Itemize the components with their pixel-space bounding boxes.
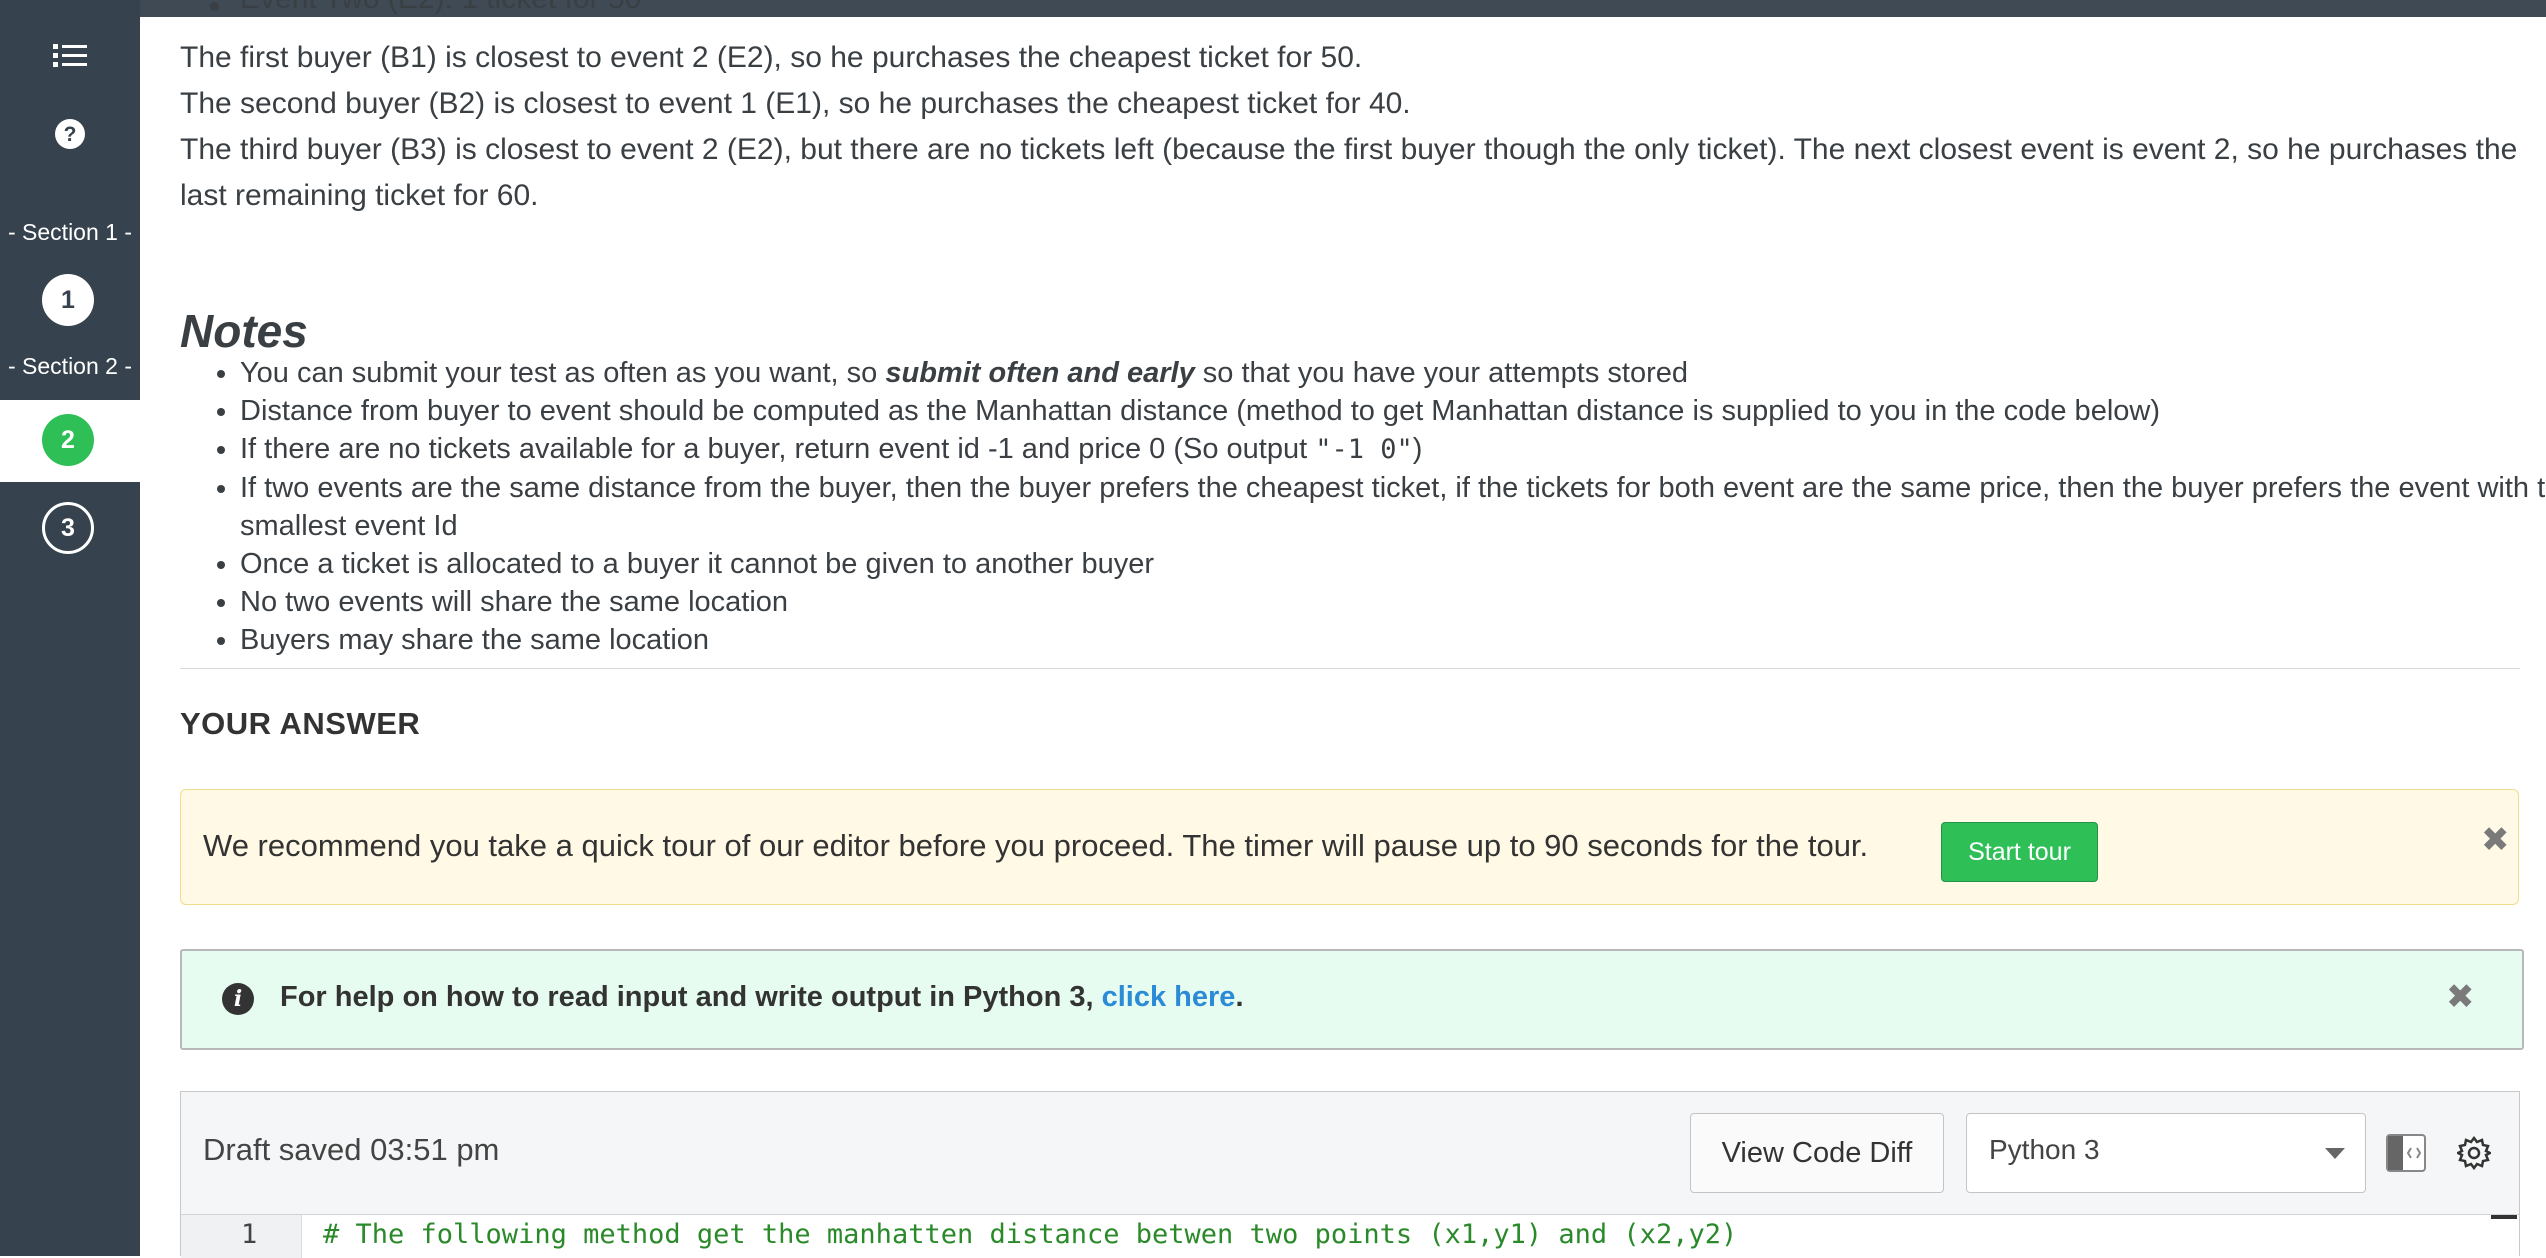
tour-message: We recommend you take a quick tour of ou… <box>203 828 1869 863</box>
code-line[interactable]: # The following method get the manhatten… <box>323 1219 1737 1250</box>
note-item: Buyers may share the same location <box>240 621 2546 659</box>
answer-heading: YOUR ANSWER <box>180 706 421 741</box>
question-3-button[interactable]: 3 <box>42 502 94 554</box>
info-icon: i <box>222 983 254 1015</box>
emphasis-text: submit often and early <box>885 357 1195 389</box>
view-code-diff-button[interactable]: View Code Diff <box>1690 1113 1944 1193</box>
problem-paragraph: The first buyer (B1) is closest to event… <box>180 41 1363 74</box>
section-2-label: - Section 2 - <box>8 353 132 379</box>
line-gutter: 1 <box>181 1215 302 1258</box>
inline-code: "-1 0" <box>1315 434 1413 465</box>
close-icon[interactable]: ✖ <box>2481 820 2510 860</box>
list-icon[interactable] <box>50 36 90 76</box>
note-item: You can submit your test as often as you… <box>240 354 2546 392</box>
code-editor: Draft saved 03:51 pm View Code Diff Pyth… <box>180 1091 2520 1258</box>
draft-status: Draft saved 03:51 pm <box>203 1132 500 1167</box>
section-1-label: - Section 1 - <box>8 219 132 245</box>
question-2-button[interactable]: 2 <box>42 414 94 466</box>
help-icon[interactable]: ? <box>50 114 90 154</box>
scrollbar[interactable] <box>2491 1215 2517 1219</box>
help-message: For help on how to read input and write … <box>280 981 1244 1013</box>
sidebar: ? - Section 1 - 1 - Section 2 - 2 3 <box>0 0 140 1256</box>
code-area[interactable]: 1 # The following method get the manhatt… <box>181 1214 2519 1258</box>
svg-text:?: ? <box>64 123 77 146</box>
note-item: Distance from buyer to event should be c… <box>240 392 2546 430</box>
tour-banner: We recommend you take a quick tour of ou… <box>180 789 2519 905</box>
notes-heading: Notes <box>180 305 308 357</box>
language-value: Python 3 <box>1989 1134 2100 1165</box>
gear-icon[interactable] <box>2457 1136 2491 1170</box>
start-tour-button[interactable]: Start tour <box>1941 822 2098 882</box>
help-link[interactable]: click here <box>1102 981 1236 1013</box>
notes-list: You can submit your test as often as you… <box>180 354 2546 659</box>
note-item: No two events will share the same locati… <box>240 583 2546 621</box>
note-item: If two events are the same distance from… <box>240 469 2546 545</box>
note-item: Once a ticket is allocated to a buyer it… <box>240 545 2546 583</box>
close-icon[interactable]: ✖ <box>2446 977 2475 1017</box>
event-two-line: Event Two (E2): 1 ticket for 50 <box>240 0 641 16</box>
active-question-highlight: 2 <box>0 400 140 482</box>
note-item: If there are no tickets available for a … <box>240 430 2546 469</box>
question-1-button[interactable]: 1 <box>42 274 94 326</box>
divider <box>180 668 2520 669</box>
problem-paragraph: The third buyer (B3) is closest to event… <box>180 133 2518 212</box>
problem-paragraph: The second buyer (B2) is closest to even… <box>180 87 1411 120</box>
line-number: 1 <box>241 1219 258 1250</box>
split-view-icon[interactable] <box>2386 1134 2426 1172</box>
language-select[interactable]: Python 3 <box>1966 1113 2366 1193</box>
bullet <box>210 2 219 11</box>
chevron-down-icon <box>2325 1148 2345 1159</box>
help-banner: i For help on how to read input and writ… <box>180 949 2524 1050</box>
